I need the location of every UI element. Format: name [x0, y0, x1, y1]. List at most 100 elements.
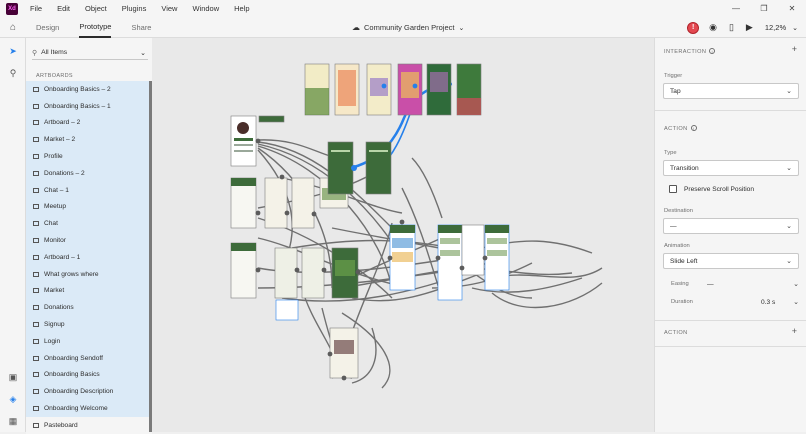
- select-tool-icon[interactable]: ➤: [0, 46, 26, 57]
- wire-node[interactable]: [255, 138, 261, 144]
- menu-plugins[interactable]: Plugins: [122, 4, 147, 13]
- selected-wire-node[interactable]: [381, 83, 387, 89]
- info-icon[interactable]: i: [709, 48, 716, 54]
- layer-item[interactable]: Login: [26, 333, 152, 350]
- preserve-scroll-checkbox[interactable]: [669, 185, 677, 193]
- layer-item[interactable]: Onboarding Description: [26, 383, 152, 400]
- play-icon[interactable]: ▶: [746, 22, 753, 33]
- trigger-dropdown[interactable]: Tap ⌄: [663, 83, 799, 99]
- easing-row[interactable]: Easing — ⌄: [671, 278, 799, 290]
- layer-item[interactable]: Artboard – 1: [26, 249, 152, 266]
- layer-item-label: Artboard – 1: [44, 253, 81, 261]
- wire-node[interactable]: [482, 255, 488, 261]
- wire-node[interactable]: [279, 174, 285, 180]
- layer-item[interactable]: Artboard – 2: [26, 115, 152, 132]
- artboard-icon: [33, 204, 39, 210]
- tab-share[interactable]: Share: [131, 17, 151, 38]
- type-dropdown[interactable]: Transition ⌄: [663, 160, 799, 176]
- artboard-donations-2[interactable]: [274, 247, 298, 299]
- minimize-icon[interactable]: —: [722, 0, 750, 17]
- menu-object[interactable]: Object: [85, 4, 107, 13]
- layer-item[interactable]: Chat – 1: [26, 182, 152, 199]
- zoom-chevron-icon[interactable]: ⌄: [792, 24, 798, 32]
- wire-node[interactable]: [459, 265, 465, 271]
- artboard-market-2[interactable]: [291, 177, 315, 229]
- layer-item[interactable]: Donations: [26, 299, 152, 316]
- wire-node[interactable]: [341, 375, 347, 381]
- info-icon[interactable]: i: [690, 125, 697, 131]
- wire-node[interactable]: [255, 267, 261, 273]
- layer-item[interactable]: Chat: [26, 215, 152, 232]
- add-interaction-icon[interactable]: +: [792, 44, 797, 54]
- selected-wire-node[interactable]: [412, 83, 418, 89]
- artboard-market[interactable]: [264, 177, 288, 229]
- menu-edit[interactable]: Edit: [57, 4, 70, 13]
- wire-node[interactable]: [387, 255, 393, 261]
- home-icon[interactable]: ⌂: [0, 22, 26, 33]
- selected-wire-node[interactable]: [351, 165, 357, 171]
- artboard-chat-1[interactable]: [365, 141, 392, 195]
- layer-item[interactable]: Meetup: [26, 199, 152, 216]
- alert-icon[interactable]: !: [687, 21, 700, 34]
- wire-node[interactable]: [321, 267, 327, 273]
- layer-item[interactable]: Market – 2: [26, 131, 152, 148]
- layer-item[interactable]: Monitor: [26, 232, 152, 249]
- layer-item[interactable]: Onboarding Basics – 1: [26, 98, 152, 115]
- zoom-level[interactable]: 12,2%: [765, 23, 786, 32]
- destination-dropdown[interactable]: — ⌄: [663, 218, 799, 234]
- mobile-preview-icon[interactable]: ▯: [729, 22, 734, 33]
- wire-node[interactable]: [327, 351, 333, 357]
- wire-node[interactable]: [284, 210, 290, 216]
- layers-icon[interactable]: ◈: [0, 394, 26, 405]
- artboard-monitor[interactable]: [301, 247, 325, 299]
- tab-prototype[interactable]: Prototype: [79, 17, 112, 38]
- wire[interactable]: [411, 157, 443, 219]
- wire-node[interactable]: [435, 255, 441, 261]
- user-icon[interactable]: ◉: [709, 22, 717, 33]
- artboard-graphic: [234, 144, 253, 146]
- menu-help[interactable]: Help: [234, 4, 249, 13]
- wire-node[interactable]: [355, 269, 361, 275]
- menu-file[interactable]: File: [30, 4, 42, 13]
- layer-item[interactable]: Donations – 2: [26, 165, 152, 182]
- add-action-icon[interactable]: +: [792, 326, 797, 336]
- layer-item[interactable]: Profile: [26, 148, 152, 165]
- artboard-right-2[interactable]: [484, 224, 510, 291]
- plugins-icon[interactable]: ▣: [0, 372, 26, 383]
- layer-item[interactable]: Onboarding Welcome: [26, 400, 152, 417]
- animation-dropdown[interactable]: Slide Left ⌄: [663, 253, 799, 269]
- layer-item[interactable]: Market: [26, 283, 152, 300]
- layer-item[interactable]: Onboarding Sendoff: [26, 350, 152, 367]
- close-icon[interactable]: ✕: [778, 0, 806, 17]
- pasteboard-item[interactable]: Pasteboard: [26, 416, 152, 434]
- assets-icon[interactable]: ▦: [0, 416, 26, 427]
- layers-filter[interactable]: ⚲ All Items ⌄: [32, 46, 148, 60]
- preserve-scroll-row[interactable]: Preserve Scroll Position: [669, 185, 754, 193]
- artboard-artboard-1[interactable]: [275, 299, 299, 321]
- tab-design[interactable]: Design: [36, 17, 59, 38]
- wire-node[interactable]: [255, 210, 261, 216]
- layer-item[interactable]: Onboarding Basics – 2: [26, 81, 152, 98]
- menu-window[interactable]: Window: [192, 4, 219, 13]
- artboard-chat[interactable]: [327, 141, 354, 195]
- wire[interactable]: [351, 272, 483, 302]
- wire-node[interactable]: [399, 219, 405, 225]
- prototype-canvas[interactable]: [152, 38, 654, 432]
- layer-item[interactable]: What grows where: [26, 266, 152, 283]
- restore-icon[interactable]: ❐: [750, 0, 778, 17]
- artboard-login[interactable]: [230, 242, 257, 299]
- layer-item[interactable]: Signup: [26, 316, 152, 333]
- layer-item[interactable]: Onboarding Basics: [26, 367, 152, 384]
- artboard-graphic: [369, 150, 388, 152]
- menu-view[interactable]: View: [161, 4, 177, 13]
- artboard-right-1[interactable]: [461, 224, 485, 276]
- zoom-tool-icon[interactable]: ⚲: [0, 68, 26, 79]
- wire-node[interactable]: [294, 267, 300, 273]
- duration-row[interactable]: Duration 0.3 s ⌄: [671, 296, 799, 308]
- wire-node[interactable]: [311, 211, 317, 217]
- artboard-header[interactable]: [258, 115, 285, 123]
- animation-label: Animation: [664, 243, 690, 249]
- document-title[interactable]: ☁ Community Garden Project ⌄: [352, 17, 464, 38]
- artboard-icon: [33, 271, 39, 277]
- artboard-onboarding-basics-list[interactable]: [437, 224, 463, 301]
